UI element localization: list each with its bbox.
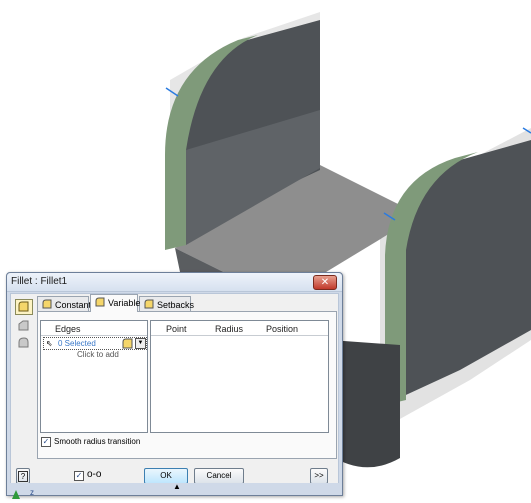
- chevron-down-icon[interactable]: ▼: [135, 338, 146, 349]
- tab-constant[interactable]: Constant: [37, 296, 91, 312]
- edge-selection-row[interactable]: ⇖ 0 Selected ▼: [43, 337, 147, 350]
- axis-label: z: [30, 488, 34, 497]
- fillet-variable-icon: [95, 296, 105, 307]
- expand-triangle-icon[interactable]: ▲: [173, 482, 181, 491]
- column-header-radius: Radius: [215, 324, 244, 334]
- tab-setbacks[interactable]: Setbacks: [139, 296, 194, 312]
- face-fillet-mode-icon[interactable]: [15, 318, 33, 334]
- full-round-fillet-mode-icon[interactable]: [15, 335, 33, 351]
- edges-header: Edges: [55, 324, 81, 334]
- more-options-button[interactable]: >>: [310, 468, 328, 484]
- edges-selected-count: 0 Selected: [58, 339, 96, 348]
- smooth-radius-label: Smooth radius transition: [54, 437, 141, 446]
- dialog-client: Constant Variable Setbacks Edges ⇖ 0 Sel…: [10, 293, 339, 492]
- select-edges-icon[interactable]: [122, 338, 133, 352]
- help-button[interactable]: ?: [16, 468, 30, 484]
- view-axis-triad: z: [10, 488, 40, 503]
- column-header-position: Position: [266, 324, 299, 334]
- cursor-arrow-icon: ⇖: [46, 339, 53, 348]
- dialog-title: Fillet : Fillet1: [11, 276, 68, 287]
- preview-checkbox[interactable]: ✓: [74, 471, 84, 481]
- dialog-bottom-strip: ▲: [7, 482, 342, 493]
- right-upright: [395, 140, 531, 400]
- fillet-dialog: Fillet : Fillet1 ✕ Constant Variable Set…: [6, 272, 343, 496]
- edges-list[interactable]: Edges ⇖ 0 Selected ▼ Click to add: [40, 320, 148, 433]
- glasses-preview-icon[interactable]: o-o: [87, 469, 101, 480]
- edge-fillet-mode-icon[interactable]: [15, 299, 33, 315]
- axis-arrow-icon: [12, 490, 20, 499]
- ok-button[interactable]: OK: [144, 468, 188, 484]
- click-to-add-hint: Click to add: [77, 350, 119, 359]
- dialog-titlebar[interactable]: Fillet : Fillet1 ✕: [7, 273, 342, 292]
- variable-tab-panel: Edges ⇖ 0 Selected ▼ Click to add Point …: [37, 311, 337, 459]
- fillet-setbacks-icon: [144, 298, 154, 309]
- close-icon[interactable]: ✕: [313, 275, 337, 290]
- help-icon: ?: [18, 471, 28, 482]
- fillet-constant-icon: [42, 298, 52, 309]
- column-header-point: Point: [166, 324, 187, 334]
- points-header-divider: [151, 335, 328, 336]
- tab-variable[interactable]: Variable: [90, 294, 140, 312]
- points-table[interactable]: Point Radius Position: [150, 320, 329, 433]
- edges-header-divider: [41, 335, 147, 336]
- smooth-radius-checkbox[interactable]: ✓: [41, 437, 51, 447]
- cancel-button[interactable]: Cancel: [194, 468, 244, 484]
